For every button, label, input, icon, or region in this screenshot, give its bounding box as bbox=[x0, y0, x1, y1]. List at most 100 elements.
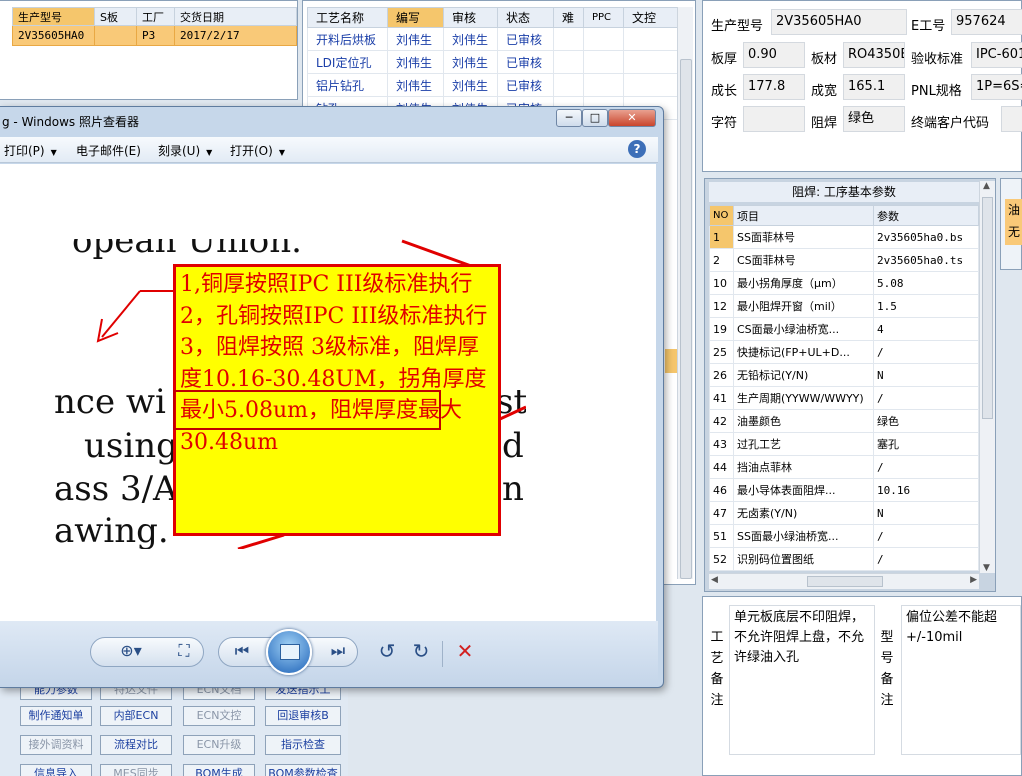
zoom-icon[interactable]: ⊕▾ bbox=[116, 641, 146, 660]
proc-cell[interactable]: 刘伟生 bbox=[443, 50, 498, 74]
param-value[interactable]: / bbox=[873, 340, 979, 364]
order-cell-date[interactable]: 2017/2/17 bbox=[174, 25, 297, 46]
table-row[interactable]: 51 SS面最小绿油桥宽... / bbox=[709, 524, 979, 548]
model-field[interactable]: 2V35605HA0 bbox=[771, 9, 907, 35]
bom-generate-button[interactable]: BOM生成 bbox=[183, 764, 255, 776]
order-header-factory[interactable]: 工厂 bbox=[136, 7, 175, 26]
param-value[interactable]: N bbox=[873, 363, 979, 387]
length-field[interactable]: 177.8 bbox=[743, 74, 805, 100]
mes-sync-button[interactable]: MES同步 bbox=[100, 764, 172, 776]
table-row[interactable]: 46 最小导体表面阻焊... 10.16 bbox=[709, 478, 979, 502]
rotate-right-icon[interactable]: ↻ bbox=[408, 639, 434, 663]
proc-cell[interactable] bbox=[623, 50, 679, 74]
proc-header-difficulty[interactable]: 难 bbox=[553, 7, 584, 28]
proc-header-name[interactable]: 工艺名称 bbox=[307, 7, 388, 28]
craft-remark-text[interactable]: 单元板底层不印阻焊，不允许阻焊上盘，不允许绿油入孔 bbox=[729, 605, 875, 755]
bom-param-check-button[interactable]: BOM参数检查 bbox=[265, 764, 341, 776]
previous-icon[interactable]: ⏮ bbox=[230, 641, 254, 661]
params-horizontal-scrollbar[interactable]: ◀ ▶ bbox=[709, 573, 979, 589]
params-vertical-scrollbar[interactable]: ▲ ▼ bbox=[979, 181, 995, 573]
receive-external-button[interactable]: 接外调资料 bbox=[20, 735, 92, 755]
param-value[interactable]: N bbox=[873, 501, 979, 525]
proc-cell[interactable] bbox=[623, 27, 679, 51]
table-row[interactable]: 47 无卤素(Y/N) N bbox=[709, 501, 979, 525]
params-scroll-thumb[interactable] bbox=[982, 197, 993, 419]
order-cell-factory[interactable]: P3 bbox=[136, 25, 175, 46]
table-row[interactable]: LDI定位孔 刘伟生 刘伟生 已审核 bbox=[307, 50, 679, 74]
order-header-date[interactable]: 交货日期 bbox=[174, 7, 297, 26]
menu-print[interactable]: 打印(P) ▼ bbox=[4, 142, 57, 159]
proc-header-doc[interactable]: 文控 bbox=[623, 7, 679, 28]
table-row[interactable]: 2 CS面菲林号 2v35605ha0.ts bbox=[709, 248, 979, 272]
pnl-field[interactable]: 1P=6S= bbox=[971, 74, 1022, 100]
proc-cell[interactable]: 刘伟生 bbox=[387, 50, 444, 74]
process-scrollbar[interactable] bbox=[677, 7, 693, 579]
maximize-button[interactable]: □ bbox=[582, 109, 608, 127]
proc-cell[interactable]: 刘伟生 bbox=[387, 27, 444, 51]
table-row[interactable]: 44 挡油点菲林 / bbox=[709, 455, 979, 479]
proc-cell[interactable] bbox=[553, 27, 584, 51]
table-row[interactable]: 12 最小阻焊开窗（mil） 1.5 bbox=[709, 294, 979, 318]
proc-cell[interactable] bbox=[583, 73, 624, 97]
param-value[interactable]: / bbox=[873, 524, 979, 548]
proc-cell[interactable] bbox=[583, 27, 624, 51]
thickness-field[interactable]: 0.90 bbox=[743, 42, 805, 68]
table-row[interactable]: 10 最小拐角厚度（μm） 5.08 bbox=[709, 271, 979, 295]
proc-cell[interactable]: 刘伟生 bbox=[387, 73, 444, 97]
table-row[interactable]: 1 SS面菲林号 2v35605ha0.bs bbox=[709, 225, 979, 249]
fit-window-icon[interactable]: ⛶ bbox=[172, 641, 196, 661]
customer-code-field[interactable] bbox=[1001, 106, 1022, 132]
material-field[interactable]: RO4350B bbox=[843, 42, 905, 68]
param-value[interactable]: 2v35605ha0.bs bbox=[873, 225, 979, 249]
proc-cell[interactable]: LDI定位孔 bbox=[307, 50, 388, 74]
param-value[interactable]: 10.16 bbox=[873, 478, 979, 502]
param-value[interactable]: / bbox=[873, 455, 979, 479]
scroll-left-icon[interactable]: ◀ bbox=[711, 575, 718, 585]
table-row[interactable]: 42 油墨颜色 绿色 bbox=[709, 409, 979, 433]
production-notice-button[interactable]: 制作通知单 bbox=[20, 706, 92, 726]
scroll-right-icon[interactable]: ▶ bbox=[970, 575, 977, 585]
viewer-title-bar[interactable]: g - Windows 照片查看器 ─ □ ✕ bbox=[0, 107, 662, 135]
table-row[interactable]: 41 生产周期(YYWW/WWYY) / bbox=[709, 386, 979, 410]
table-row[interactable]: 铝片钻孔 刘伟生 刘伟生 已审核 bbox=[307, 73, 679, 97]
e-number-field[interactable]: 957624 bbox=[951, 9, 1022, 35]
param-value[interactable]: / bbox=[873, 547, 979, 571]
table-row[interactable]: 52 识别码位置图纸 / bbox=[709, 547, 979, 571]
table-row[interactable]: 2V35605HA0 P3 2017/2/17 bbox=[12, 25, 297, 46]
standard-field[interactable]: IPC-6012 bbox=[971, 42, 1022, 68]
proc-cell[interactable]: 已审核 bbox=[497, 27, 554, 51]
slideshow-button[interactable] bbox=[266, 629, 312, 675]
proc-header-status[interactable]: 状态 bbox=[497, 7, 554, 28]
solder-mask-field[interactable]: 绿色 bbox=[843, 106, 905, 132]
next-icon[interactable]: ⏭ bbox=[326, 641, 350, 661]
scroll-down-icon[interactable]: ▼ bbox=[983, 563, 990, 573]
order-header-s[interactable]: S板 bbox=[94, 7, 137, 26]
params-header-value[interactable]: 参数 bbox=[873, 205, 979, 226]
proc-cell[interactable] bbox=[553, 50, 584, 74]
params-header-item[interactable]: 项目 bbox=[733, 205, 874, 226]
character-field[interactable] bbox=[743, 106, 805, 132]
proc-cell[interactable]: 开料后烘板 bbox=[307, 27, 388, 51]
proc-header-author[interactable]: 编写 bbox=[387, 7, 444, 28]
ecn-control-button[interactable]: ECN文控 bbox=[183, 706, 255, 726]
rollback-review-button[interactable]: 回退审核B bbox=[265, 706, 341, 726]
scroll-up-icon[interactable]: ▲ bbox=[983, 181, 990, 191]
proc-header-review[interactable]: 审核 bbox=[443, 7, 498, 28]
table-row[interactable]: 43 过孔工艺 塞孔 bbox=[709, 432, 979, 456]
rotate-left-icon[interactable]: ↺ bbox=[374, 639, 400, 663]
close-button[interactable]: ✕ bbox=[608, 109, 656, 127]
proc-cell[interactable]: 刘伟生 bbox=[443, 27, 498, 51]
width-field[interactable]: 165.1 bbox=[843, 74, 905, 100]
model-remark-text[interactable]: 偏位公差不能超+/-10mil bbox=[901, 605, 1021, 755]
param-value[interactable]: 5.08 bbox=[873, 271, 979, 295]
menu-open[interactable]: 打开(O) ▼ bbox=[230, 142, 285, 159]
proc-cell[interactable] bbox=[553, 73, 584, 97]
menu-email[interactable]: 电子邮件(E) bbox=[76, 142, 141, 159]
params-header-no[interactable]: NO bbox=[709, 205, 734, 226]
proc-cell[interactable]: 刘伟生 bbox=[443, 73, 498, 97]
order-cell-model[interactable]: 2V35605HA0 bbox=[12, 25, 95, 46]
param-value[interactable]: 2v35605ha0.ts bbox=[873, 248, 979, 272]
order-cell-s[interactable] bbox=[94, 25, 137, 46]
flow-compare-button[interactable]: 流程对比 bbox=[100, 735, 172, 755]
param-value[interactable]: / bbox=[873, 386, 979, 410]
